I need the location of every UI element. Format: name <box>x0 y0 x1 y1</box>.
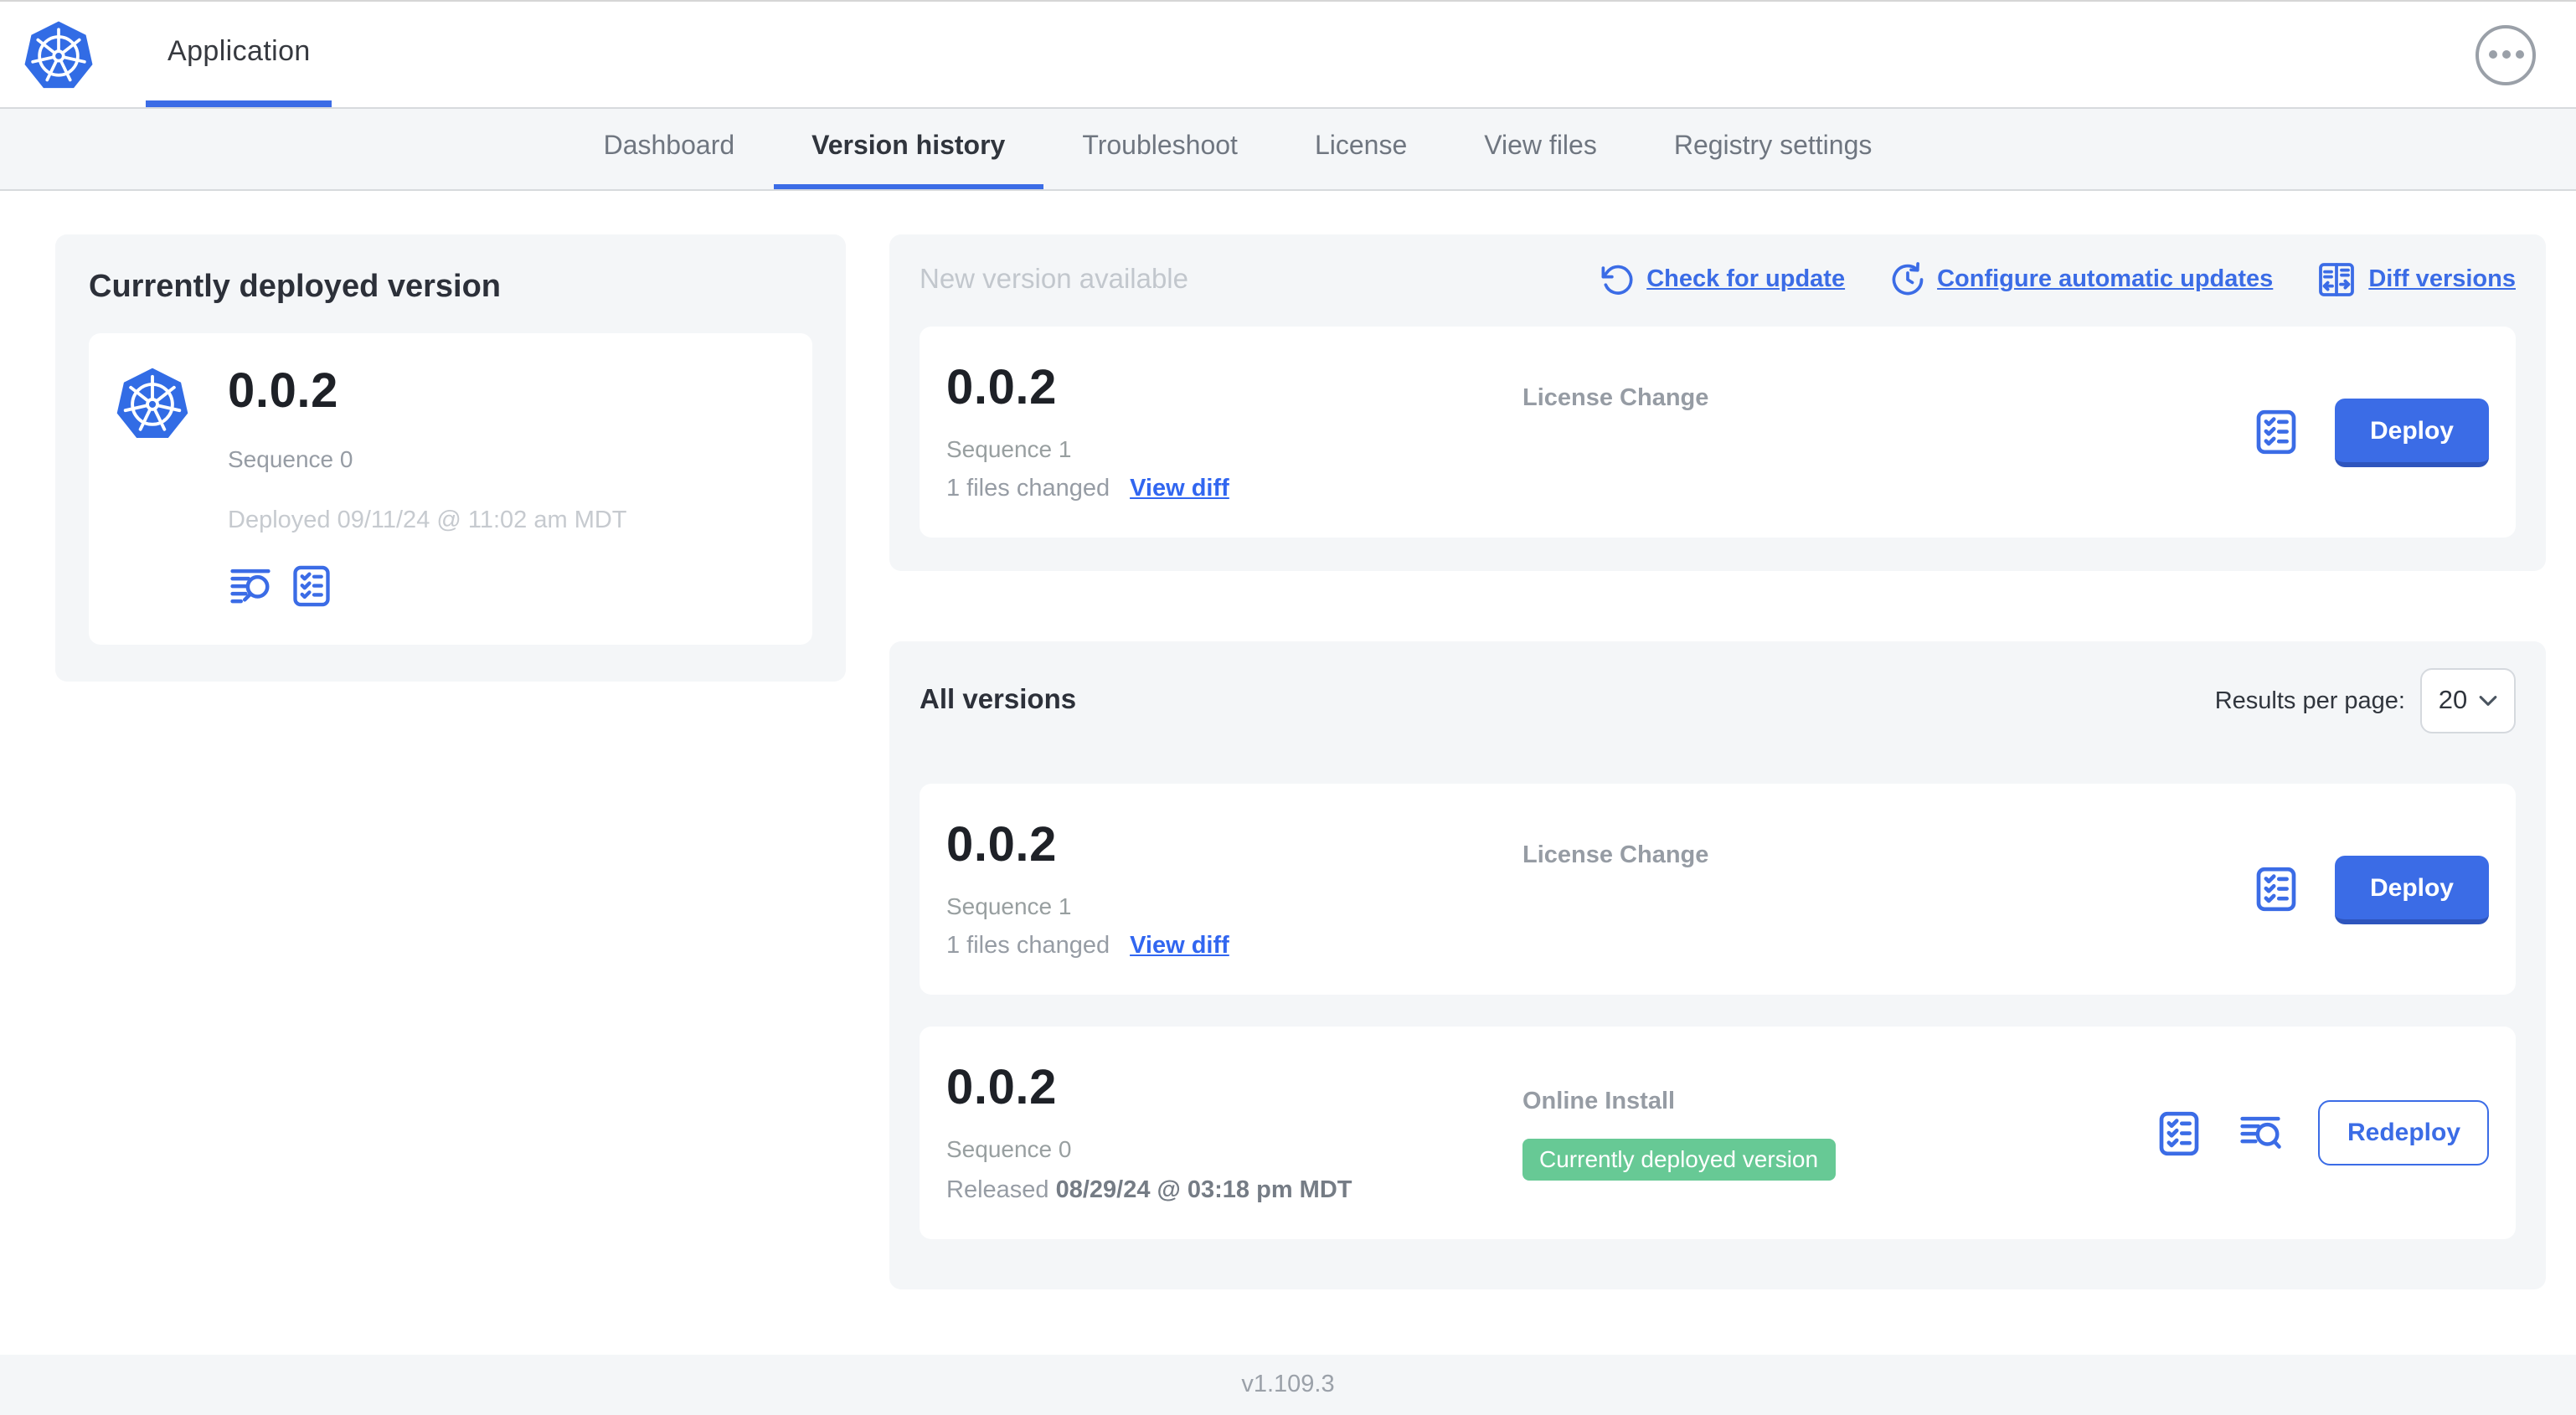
currently-deployed-title: Currently deployed version <box>89 270 502 305</box>
kubernetes-logo-icon <box>22 18 95 91</box>
version-source: License Change <box>1522 842 1709 869</box>
nav-tabbar: Dashboard Version history Troubleshoot L… <box>0 107 2576 191</box>
more-menu-button[interactable] <box>2476 24 2536 85</box>
app-title-tab[interactable]: Application <box>146 2 332 107</box>
deployed-sequence: Sequence 0 <box>228 445 353 472</box>
logs-icon[interactable] <box>228 563 273 608</box>
app-window: Application Dashboard Version history Tr… <box>0 0 2576 1415</box>
logs-icon[interactable] <box>2239 1110 2284 1155</box>
version-sequence: Sequence 1 <box>946 893 1072 919</box>
schedule-icon <box>1888 261 1925 298</box>
results-per-page-select[interactable]: 20 <box>2420 668 2516 733</box>
main-content: Currently deployed version 0.0.2 Sequenc… <box>0 191 2576 1355</box>
tab-troubleshoot[interactable]: Troubleshoot <box>1043 109 1276 189</box>
released-timestamp: Released 08/29/24 @ 03:18 pm MDT <box>946 1177 1352 1204</box>
tab-version-history[interactable]: Version history <box>773 109 1044 189</box>
tab-dashboard[interactable]: Dashboard <box>565 109 774 189</box>
version-number: 0.0.2 <box>946 362 1057 415</box>
all-versions-panel: All versions Results per page: 20 0.0.2 … <box>889 641 2546 1289</box>
tab-registry-settings[interactable]: Registry settings <box>1636 109 1911 189</box>
results-per-page-label: Results per page: <box>2214 687 2405 714</box>
version-number: 0.0.2 <box>946 819 1057 872</box>
footer: v1.109.3 <box>0 1355 2576 1415</box>
tab-view-files[interactable]: View files <box>1445 109 1636 189</box>
view-diff-link[interactable]: View diff <box>1130 933 1229 960</box>
deployed-version-number: 0.0.2 <box>228 365 338 419</box>
preflight-checks-icon[interactable] <box>2253 409 2300 455</box>
currently-deployed-badge: Currently deployed version <box>1522 1138 1836 1180</box>
deploy-button[interactable]: Deploy <box>2334 398 2489 466</box>
tab-license[interactable]: License <box>1276 109 1445 189</box>
currently-deployed-panel: Currently deployed version 0.0.2 Sequenc… <box>55 234 846 682</box>
version-sequence: Sequence 1 <box>946 435 1072 462</box>
version-number: 0.0.2 <box>946 1062 1057 1115</box>
view-diff-link[interactable]: View diff <box>1130 476 1229 502</box>
header: Application <box>0 2 2576 107</box>
chevron-down-icon <box>2479 695 2497 707</box>
version-source: Online Install <box>1522 1088 1676 1114</box>
new-version-panel: New version available Check for update C… <box>889 234 2546 571</box>
new-version-heading: New version available <box>920 264 1188 294</box>
app-icon <box>114 365 191 608</box>
diff-icon <box>2316 260 2357 300</box>
deployed-timestamp: Deployed 09/11/24 @ 11:02 am MDT <box>228 507 627 534</box>
preflight-checks-icon[interactable] <box>2156 1109 2203 1156</box>
deploy-button[interactable]: Deploy <box>2334 855 2489 924</box>
version-sequence: Sequence 0 <box>946 1135 1072 1162</box>
preflight-checks-icon[interactable] <box>290 563 333 607</box>
app-title: Application <box>167 34 311 66</box>
console-version: v1.109.3 <box>1241 1371 1335 1398</box>
currently-deployed-card: 0.0.2 Sequence 0 Deployed 09/11/24 @ 11:… <box>89 333 812 645</box>
all-versions-heading: All versions <box>920 685 1077 715</box>
files-changed: 1 files changed <box>946 476 1110 502</box>
new-version-card: 0.0.2 Sequence 1 1 files changed View di… <box>920 327 2516 538</box>
configure-automatic-updates-link[interactable]: Configure automatic updates <box>1888 261 2273 298</box>
diff-versions-link[interactable]: Diff versions <box>2316 260 2516 300</box>
refresh-icon <box>1600 262 1635 297</box>
version-row: 0.0.2 Sequence 0 Released 08/29/24 @ 03:… <box>920 1027 2516 1239</box>
ellipsis-icon <box>2488 50 2496 59</box>
redeploy-button[interactable]: Redeploy <box>2318 1100 2489 1165</box>
check-for-update-link[interactable]: Check for update <box>1600 262 1845 297</box>
files-changed: 1 files changed <box>946 933 1110 960</box>
version-row: 0.0.2 Sequence 1 1 files changed View di… <box>920 784 2516 995</box>
preflight-checks-icon[interactable] <box>2253 866 2300 913</box>
version-source: License Change <box>1522 385 1709 412</box>
